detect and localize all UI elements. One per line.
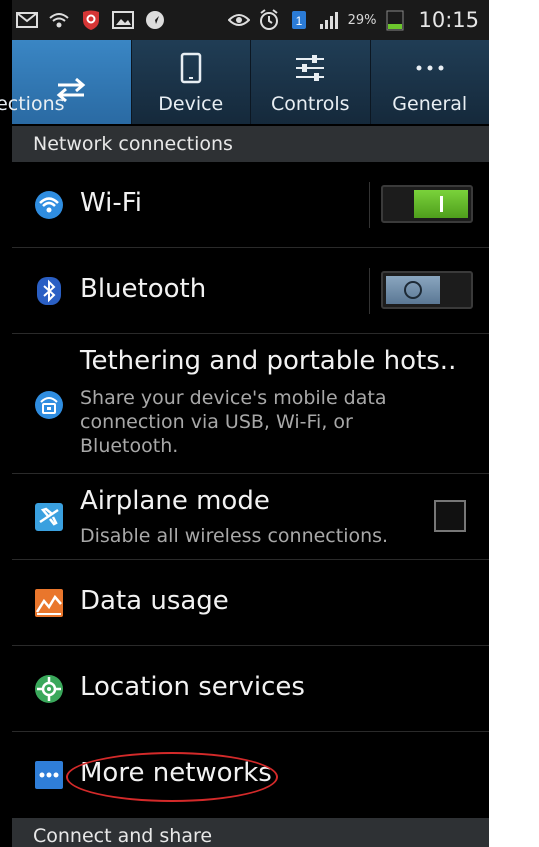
highlight-circle	[66, 752, 278, 802]
status-bar: 1 29% 10:15	[12, 0, 489, 40]
wifi-row[interactable]: Wi-Fi	[12, 162, 489, 248]
tethering-subtitle: Share your device's mobile data connecti…	[80, 387, 387, 457]
wifi-icon	[34, 190, 64, 220]
settings-tab-bar: nnections Device Controls General	[0, 40, 490, 124]
tab-general[interactable]: General	[371, 40, 490, 124]
more-dots-icon	[415, 51, 445, 85]
tab-label: Controls	[270, 93, 350, 115]
clock-time: 10:15	[418, 8, 479, 32]
tab-controls[interactable]: Controls	[251, 40, 371, 124]
airplane-subtitle: Disable all wireless connections.	[80, 525, 389, 547]
battery-percent: 29%	[347, 12, 377, 28]
bluetooth-row[interactable]: Bluetooth	[12, 248, 489, 334]
tab-device[interactable]: Device	[132, 40, 251, 124]
signal-icon	[318, 9, 340, 31]
tab-connections[interactable]: nnections	[0, 40, 132, 124]
image-icon	[112, 9, 134, 31]
location-title: Location services	[80, 672, 305, 702]
email-icon	[16, 9, 38, 31]
wifi-title: Wi-Fi	[80, 188, 143, 218]
sim-icon: 1	[288, 9, 310, 31]
tab-label: nnections	[0, 93, 65, 115]
data-usage-title: Data usage	[80, 586, 229, 616]
wifi-status-icon	[48, 9, 70, 31]
data-usage-row[interactable]: Data usage	[12, 560, 489, 646]
airplane-icon	[34, 502, 64, 532]
tethering-title: Tethering and portable hots..	[80, 346, 457, 376]
phone-icon	[180, 51, 202, 85]
navigation-icon	[144, 9, 166, 31]
section-header-network: Network connections	[12, 126, 489, 162]
tab-label: Device	[158, 93, 224, 115]
eye-icon	[227, 9, 250, 31]
location-row[interactable]: Location services	[12, 646, 489, 732]
tab-label: General	[392, 93, 468, 115]
bluetooth-toggle[interactable]	[381, 271, 473, 309]
tethering-row[interactable]: Tethering and portable hots.. Share your…	[12, 334, 489, 474]
phone-screen: 1 29% 10:15 nnections Device	[0, 0, 489, 847]
divider	[369, 182, 370, 228]
shield-app-icon	[80, 9, 102, 31]
wifi-toggle[interactable]	[381, 185, 473, 223]
sim-number: 1	[295, 14, 302, 28]
sliders-icon	[294, 51, 326, 85]
location-icon	[34, 674, 64, 704]
more-networks-icon	[34, 760, 64, 790]
airplane-title: Airplane mode	[80, 486, 270, 516]
data-usage-icon	[34, 588, 64, 618]
divider	[369, 268, 370, 314]
airplane-row[interactable]: Airplane mode Disable all wireless conne…	[12, 474, 489, 560]
section-header-connect-share: Connect and share	[12, 818, 489, 847]
battery-icon	[384, 9, 406, 31]
bluetooth-title: Bluetooth	[80, 274, 207, 304]
bluetooth-icon	[34, 276, 64, 306]
airplane-checkbox[interactable]	[434, 500, 466, 532]
alarm-icon	[258, 9, 280, 31]
hotspot-icon	[34, 390, 64, 420]
